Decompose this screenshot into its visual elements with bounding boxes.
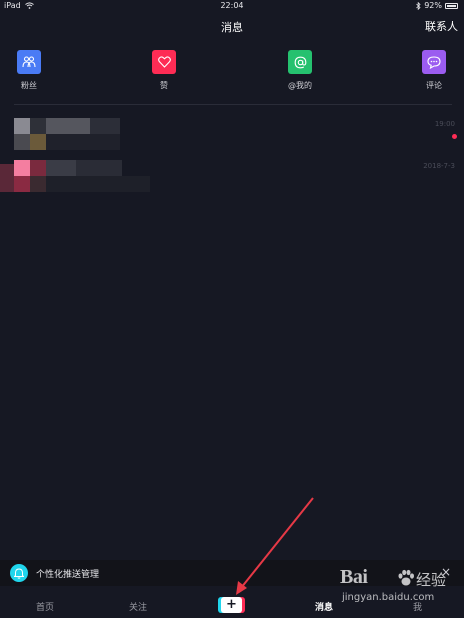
bluetooth-icon (416, 1, 421, 10)
tab-follow[interactable]: 关注 (129, 600, 147, 613)
create-button[interactable]: + (218, 597, 245, 613)
message-time: 19:00 (434, 120, 455, 128)
watermark-logo: Bai (340, 566, 368, 588)
status-right: 92% (416, 1, 458, 10)
tab-messages[interactable]: 消息 (315, 600, 333, 613)
watermark: Bai 经验 jingyan.baidu.com (340, 566, 458, 612)
blurred-name (46, 160, 76, 176)
page-title: 消息 (221, 21, 243, 34)
blurred-preview (46, 176, 150, 192)
quick-action-comments[interactable]: 评论 (404, 50, 464, 91)
at-icon (288, 50, 312, 74)
battery-percent: 92% (424, 1, 442, 10)
status-time: 22:04 (220, 1, 244, 10)
comment-icon (422, 50, 446, 74)
blurred-name (76, 160, 122, 176)
paw-icon (398, 569, 414, 586)
battery-icon (445, 2, 458, 9)
push-banner-text: 个性化推送管理 (36, 570, 100, 580)
nav-bar: 消息 联系人 (0, 12, 464, 40)
tab-home[interactable]: 首页 (36, 600, 54, 613)
quick-action-likes[interactable]: 赞 (134, 50, 194, 91)
blurred-preview (46, 134, 120, 150)
bell-icon (10, 564, 28, 582)
quick-action-label: @我的 (288, 81, 312, 90)
quick-action-label: 评论 (426, 81, 442, 90)
quick-action-fans[interactable]: 粉丝 (0, 50, 59, 91)
avatar (14, 160, 46, 192)
blurred-name (46, 118, 90, 134)
quick-actions: 粉丝 赞 @我的 评论 (0, 50, 464, 95)
quick-action-label: 粉丝 (21, 81, 37, 90)
quick-action-mentions[interactable]: @我的 (270, 50, 330, 91)
message-row[interactable]: 19:00 (0, 118, 464, 152)
unread-dot (452, 134, 457, 139)
status-bar: iPad 22:04 92% (0, 0, 464, 12)
blurred-name (90, 118, 120, 134)
message-time: 2018-7-3 (423, 162, 455, 170)
watermark-url: jingyan.baidu.com (342, 592, 435, 603)
message-row[interactable]: 2018-7-3 (0, 160, 464, 194)
fans-icon (17, 50, 41, 74)
heart-icon (152, 50, 176, 74)
plus-icon: + (221, 597, 242, 613)
watermark-suffix: 经验 (416, 571, 447, 589)
contacts-button[interactable]: 联系人 (425, 18, 458, 34)
quick-action-label: 赞 (160, 81, 168, 90)
divider (14, 104, 452, 105)
avatar (14, 118, 46, 150)
